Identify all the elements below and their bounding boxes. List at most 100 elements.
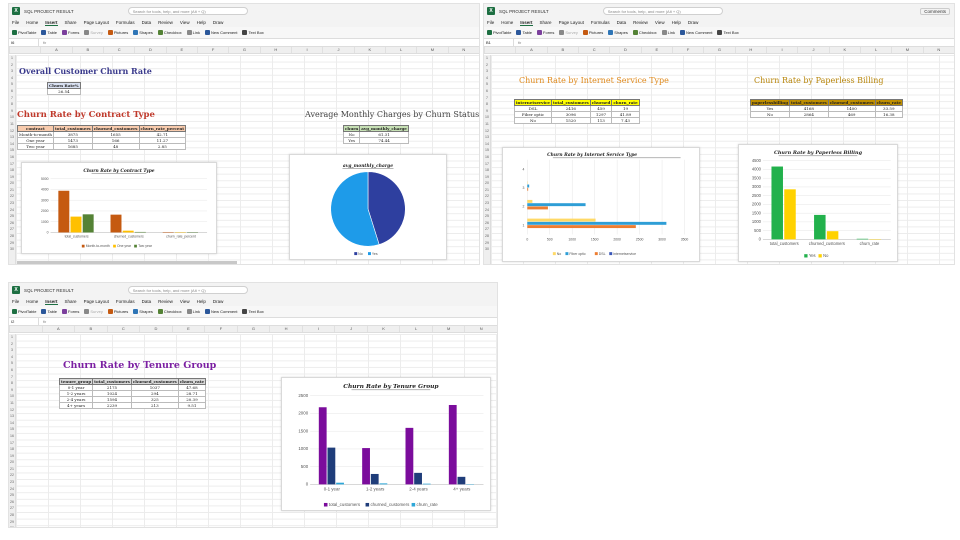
table-cell[interactable]: 16.38 (874, 111, 903, 118)
link-button[interactable]: Link (661, 30, 675, 35)
comments-button[interactable]: Comments (920, 7, 950, 15)
table-cell[interactable]: 113 (589, 117, 613, 124)
row-header[interactable]: 19 (484, 174, 490, 181)
row-header[interactable]: 11 (484, 121, 490, 128)
overall-value[interactable]: 26.54 (47, 88, 81, 95)
name-box[interactable]: I6 (9, 39, 39, 46)
menu-tab-file[interactable]: File (12, 299, 19, 304)
menu-tab-help[interactable]: Help (197, 20, 206, 25)
row-header[interactable]: 14 (9, 420, 15, 427)
table-cell[interactable]: 9.51 (177, 402, 207, 409)
row-header[interactable]: 6 (9, 88, 15, 95)
menu-tab-home[interactable]: Home (26, 20, 38, 25)
column-header-a[interactable]: A (40, 47, 71, 53)
row-header[interactable]: 3 (9, 68, 15, 75)
table-cell[interactable]: 48 (91, 143, 140, 150)
table-cell[interactable]: 4+ years (58, 402, 94, 409)
row-header[interactable]: 6 (484, 88, 490, 95)
row-header[interactable]: 3 (9, 347, 15, 354)
menu-tab-data[interactable]: Data (142, 299, 152, 304)
column-header-cell[interactable]: total_customers (52, 125, 93, 132)
column-header-j[interactable]: J (322, 47, 353, 53)
row-header[interactable]: 25 (484, 213, 490, 220)
row-header[interactable]: 30 (9, 525, 15, 527)
row-header[interactable]: 18 (9, 446, 15, 453)
column-header-i[interactable]: I (301, 326, 335, 332)
table-button[interactable]: Table (41, 30, 57, 35)
row-header[interactable]: 5 (9, 360, 15, 367)
column-header-f[interactable]: F (671, 47, 703, 53)
column-header-k[interactable]: K (366, 326, 400, 332)
menu-tab-insert[interactable]: Insert (45, 20, 58, 26)
table-cell[interactable]: No (750, 111, 790, 118)
row-header[interactable]: 3 (484, 68, 490, 75)
row-header[interactable]: 19 (9, 453, 15, 460)
pivottable-button[interactable]: PivotTable (487, 30, 511, 35)
column-header-g[interactable]: G (236, 326, 270, 332)
menu-tab-page-layout[interactable]: Page Layout (84, 299, 109, 304)
table-cell[interactable]: Yes (342, 137, 361, 144)
column-header-e[interactable]: E (165, 47, 197, 53)
search-input[interactable]: Search for tools, help, and more (Alt + … (127, 286, 248, 294)
menu-tab-insert[interactable]: Insert (45, 299, 58, 305)
row-header[interactable]: 18 (9, 167, 15, 174)
new-comment-button[interactable]: New Comment (680, 30, 712, 35)
menu-tab-review[interactable]: Review (633, 20, 648, 25)
row-header[interactable]: 15 (484, 147, 490, 154)
column-header-cell[interactable]: churn (342, 125, 361, 132)
menu-tab-view[interactable]: View (180, 20, 190, 25)
table-cell[interactable]: Month-to-month (17, 131, 54, 138)
column-header-j[interactable]: J (334, 326, 367, 332)
column-header-n[interactable]: N (464, 326, 497, 332)
table-cell[interactable]: 2864 (789, 111, 829, 118)
column-header-b[interactable]: B (71, 47, 103, 53)
new-comment-button[interactable]: New Comment (205, 309, 237, 314)
column-header-cell[interactable]: paperlessbilling (750, 99, 790, 106)
row-header[interactable]: 16 (484, 154, 490, 161)
select-all-corner[interactable] (9, 326, 42, 332)
shapes-button[interactable]: Shapes (608, 30, 628, 35)
row-header[interactable]: 10 (9, 114, 15, 121)
row-header[interactable]: 23 (9, 479, 15, 486)
column-header-c[interactable]: C (577, 47, 609, 53)
checkbox-button[interactable]: Checkbox (157, 30, 182, 35)
menu-tab-view[interactable]: View (655, 20, 665, 25)
row-header[interactable]: 23 (484, 200, 490, 207)
table-cell[interactable]: 1685 (52, 143, 93, 150)
pictures-button[interactable]: Pictures (582, 30, 603, 35)
text-box-button[interactable]: Text Box (242, 309, 264, 314)
paperless-chart[interactable]: Churn Rate by Paperless Billing 0 500 1000 1… (738, 144, 898, 262)
column-header-cell[interactable]: churn_rate (874, 99, 903, 106)
row-header[interactable]: 14 (484, 141, 490, 148)
column-header-l[interactable]: L (399, 326, 432, 332)
row-header[interactable]: 27 (9, 226, 15, 233)
select-all-corner[interactable] (484, 47, 515, 53)
column-header-h[interactable]: H (734, 47, 766, 53)
column-header-d[interactable]: D (134, 47, 165, 53)
monthly-pie-chart[interactable]: avg_monthly_charge No Yes (289, 154, 447, 260)
row-header[interactable]: 1 (9, 334, 15, 341)
search-input[interactable]: Search for tools, help, and more (Alt + … (127, 7, 248, 15)
column-header-i[interactable]: I (290, 47, 322, 53)
row-header[interactable]: 21 (9, 466, 15, 473)
table-cell[interactable]: 469 (827, 111, 876, 118)
survey-button[interactable]: Survey (84, 30, 103, 35)
table-cell[interactable]: 2239 (92, 402, 132, 409)
row-header[interactable]: 7 (484, 95, 490, 102)
column-header-g[interactable]: G (228, 47, 259, 53)
column-header-cell[interactable]: avg_monthly_charge (359, 125, 409, 132)
menu-tab-insert[interactable]: Insert (520, 20, 533, 26)
menu-tab-page-layout[interactable]: Page Layout (559, 20, 584, 25)
column-header-g[interactable]: G (703, 47, 734, 53)
menu-tab-file[interactable]: File (487, 20, 494, 25)
pivottable-button[interactable]: PivotTable (12, 309, 36, 314)
row-header[interactable]: 7 (9, 95, 15, 102)
file-title[interactable]: SQL PROJECT RESULT (499, 9, 549, 14)
row-header[interactable]: 25 (9, 492, 15, 499)
row-header[interactable]: 10 (484, 114, 490, 121)
table-button[interactable]: Table (41, 309, 57, 314)
column-header-cell[interactable]: total_customers (789, 99, 829, 106)
column-header-k[interactable]: K (353, 47, 385, 53)
select-all-corner[interactable] (9, 47, 40, 53)
menu-tab-home[interactable]: Home (26, 299, 38, 304)
